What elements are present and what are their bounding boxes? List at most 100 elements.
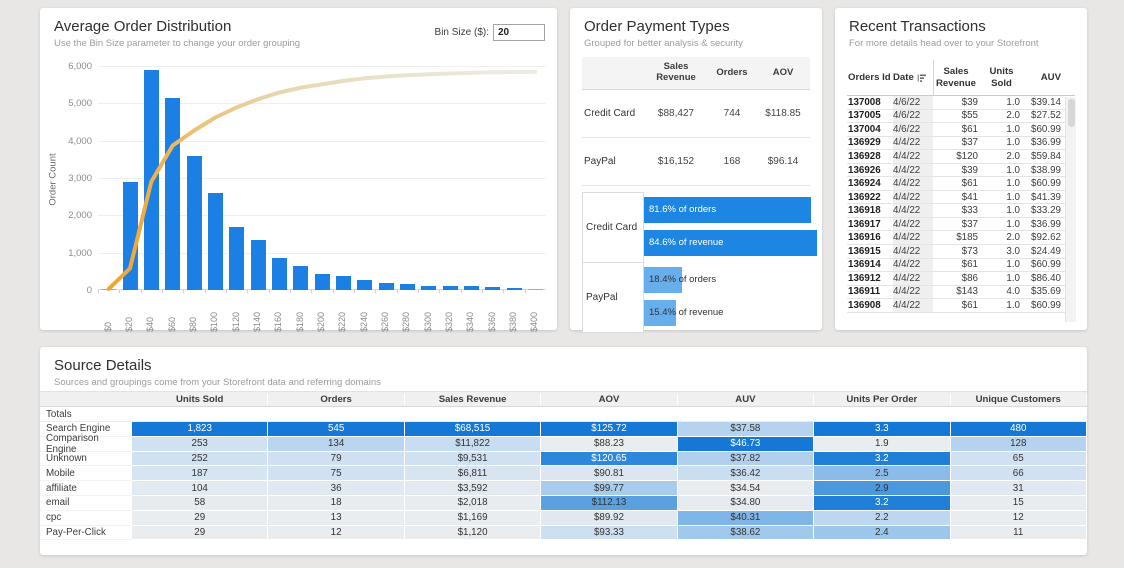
- heatmap-cell[interactable]: 13: [268, 510, 405, 526]
- heatmap-cell[interactable]: 2.9: [814, 481, 951, 496]
- heatmap-cell[interactable]: $1,169: [404, 510, 542, 526]
- source-row[interactable]: cpc 29 13 $1,169 $89.92 $40.31 2.2 12: [40, 510, 1087, 526]
- heatmap-cell[interactable]: 15: [950, 495, 1087, 511]
- transaction-row[interactable]: 136916 4/4/22 $185 2.0 $92.62: [847, 231, 1075, 246]
- histogram-bar[interactable]: [293, 266, 309, 290]
- heatmap-cell[interactable]: $112.13: [541, 495, 678, 511]
- heatmap-cell[interactable]: 12: [268, 525, 405, 541]
- bin-size-input[interactable]: [493, 24, 545, 41]
- transaction-row[interactable]: 136917 4/4/22 $37 1.0 $36.99: [847, 217, 1075, 232]
- histogram-bar[interactable]: [207, 192, 223, 290]
- transaction-row[interactable]: 136911 4/4/22 $143 4.0 $35.69: [847, 285, 1075, 300]
- heatmap-cell[interactable]: $120.65: [541, 451, 678, 467]
- heatmap-cell[interactable]: $37.58: [677, 422, 815, 437]
- heatmap-cell[interactable]: 3.3: [814, 422, 951, 437]
- heatmap-cell[interactable]: 79: [268, 451, 405, 467]
- source-row[interactable]: email 58 18 $2,018 $112.13 $34.80 3.2 15: [40, 495, 1087, 511]
- source-row[interactable]: Search Engine 1,823 545 $68,515 $125.72 $37.5…: [40, 422, 1087, 437]
- heatmap-cell[interactable]: $37.82: [677, 451, 815, 467]
- histogram-bar[interactable]: [485, 287, 501, 290]
- heatmap-cell[interactable]: 128: [950, 436, 1087, 452]
- heatmap-cell[interactable]: 104: [132, 481, 269, 496]
- heatmap-cell[interactable]: 29: [132, 510, 269, 526]
- transaction-row[interactable]: 136915 4/4/22 $73 3.0 $24.49: [847, 245, 1075, 259]
- heatmap-cell[interactable]: $89.92: [541, 510, 678, 526]
- histogram-bar[interactable]: [271, 257, 287, 290]
- transaction-row[interactable]: 136912 4/4/22 $86 1.0 $86.40: [847, 272, 1075, 286]
- scrollbar-thumb[interactable]: [1067, 99, 1075, 127]
- heatmap-cell[interactable]: 253: [132, 436, 269, 452]
- heatmap-cell[interactable]: $2,018: [404, 495, 542, 511]
- heatmap-cell[interactable]: 75: [268, 466, 405, 482]
- transaction-row[interactable]: 136924 4/4/22 $61 1.0 $60.99: [847, 177, 1075, 191]
- heatmap-cell[interactable]: 12: [950, 510, 1087, 526]
- heatmap-cell[interactable]: 1,823: [132, 422, 269, 437]
- heatmap-cell[interactable]: 545: [268, 422, 405, 437]
- heatmap-cell[interactable]: $68,515: [404, 422, 542, 437]
- heatmap-cell[interactable]: 29: [132, 525, 269, 541]
- histogram-bar[interactable]: [250, 239, 266, 290]
- heatmap-cell[interactable]: 480: [950, 422, 1087, 437]
- heatmap-cell[interactable]: $9,531: [404, 451, 542, 467]
- histogram-bar[interactable]: [421, 285, 437, 290]
- heatmap-cell[interactable]: 31: [950, 481, 1087, 496]
- heatmap-cell[interactable]: $11,822: [404, 436, 542, 452]
- transaction-row[interactable]: 136918 4/4/22 $33 1.0 $33.29: [847, 204, 1075, 218]
- sort-descending-icon[interactable]: [917, 73, 927, 83]
- heatmap-cell[interactable]: $40.31: [677, 510, 815, 526]
- histogram-bar[interactable]: [122, 181, 138, 290]
- histogram-bar[interactable]: [399, 283, 415, 290]
- transaction-row[interactable]: 136926 4/4/22 $39 1.0 $38.99: [847, 163, 1075, 178]
- heatmap-cell[interactable]: $46.73: [677, 436, 815, 452]
- histogram-bar[interactable]: [378, 282, 394, 290]
- heatmap-cell[interactable]: $93.33: [541, 525, 678, 541]
- heatmap-cell[interactable]: 2.2: [814, 510, 951, 526]
- heatmap-cell[interactable]: $99.77: [541, 481, 678, 496]
- histogram-bar[interactable]: [165, 97, 181, 290]
- heatmap-cell[interactable]: $36.42: [677, 466, 815, 482]
- transaction-row[interactable]: 136908 4/4/22 $61 1.0 $60.99: [847, 299, 1075, 313]
- heatmap-cell[interactable]: $88.23: [541, 436, 678, 452]
- transaction-row[interactable]: 137004 4/6/22 $61 1.0 $60.99: [847, 123, 1075, 137]
- heatmap-cell[interactable]: 3.2: [814, 495, 951, 511]
- histogram-bar[interactable]: [442, 286, 458, 290]
- histogram-bar[interactable]: [143, 70, 159, 290]
- payment-row[interactable]: PayPal $16,152 168 $96.14: [582, 138, 810, 186]
- heatmap-cell[interactable]: 252: [132, 451, 269, 467]
- histogram-bar[interactable]: [314, 273, 330, 290]
- heatmap-cell[interactable]: $34.80: [677, 495, 815, 511]
- transaction-row[interactable]: 136929 4/4/22 $37 1.0 $36.99: [847, 136, 1075, 151]
- histogram-bar[interactable]: [357, 279, 373, 290]
- histogram-bar[interactable]: [506, 287, 522, 290]
- heatmap-cell[interactable]: 65: [950, 451, 1087, 467]
- heatmap-cell[interactable]: 187: [132, 466, 269, 482]
- histogram-bar[interactable]: [186, 155, 202, 290]
- heatmap-cell[interactable]: 58: [132, 495, 269, 511]
- heatmap-cell[interactable]: $3,592: [404, 481, 542, 496]
- histogram-bar[interactable]: [335, 275, 351, 290]
- histogram-bar[interactable]: [101, 288, 117, 290]
- heatmap-cell[interactable]: 18: [268, 495, 405, 511]
- heatmap-cell[interactable]: $6,811: [404, 466, 542, 482]
- transaction-row[interactable]: 137005 4/6/22 $55 2.0 $27.52: [847, 109, 1075, 124]
- heatmap-cell[interactable]: 1.9: [814, 436, 951, 452]
- heatmap-cell[interactable]: $1,120: [404, 525, 542, 541]
- heatmap-cell[interactable]: 2.4: [814, 525, 951, 541]
- heatmap-cell[interactable]: 134: [268, 436, 405, 452]
- histogram-bar[interactable]: [463, 286, 479, 290]
- histogram-bar[interactable]: [527, 288, 543, 290]
- transaction-row[interactable]: 136914 4/4/22 $61 1.0 $60.99: [847, 258, 1075, 273]
- transaction-row[interactable]: 137008 4/6/22 $39 1.0 $39.14: [847, 96, 1075, 110]
- payment-row[interactable]: Credit Card $88,427 744 $118.85: [582, 90, 810, 138]
- heatmap-cell[interactable]: 2.5: [814, 466, 951, 482]
- heatmap-cell[interactable]: $34.54: [677, 481, 815, 496]
- heatmap-cell[interactable]: 36: [268, 481, 405, 496]
- source-row[interactable]: Comparison Engine 253 134 $11,822 $88.23 $46.…: [40, 433, 1087, 455]
- source-row[interactable]: affiliate 104 36 $3,592 $99.77 $34.54 2.9 31: [40, 481, 1087, 496]
- source-row[interactable]: Mobile 187 75 $6,811 $90.81 $36.42 2.5 66: [40, 466, 1087, 482]
- heatmap-cell[interactable]: $125.72: [541, 422, 678, 437]
- heatmap-cell[interactable]: 66: [950, 466, 1087, 482]
- histogram-bar[interactable]: [229, 227, 245, 290]
- table-scrollbar[interactable]: [1065, 97, 1076, 322]
- heatmap-cell[interactable]: $38.62: [677, 525, 815, 541]
